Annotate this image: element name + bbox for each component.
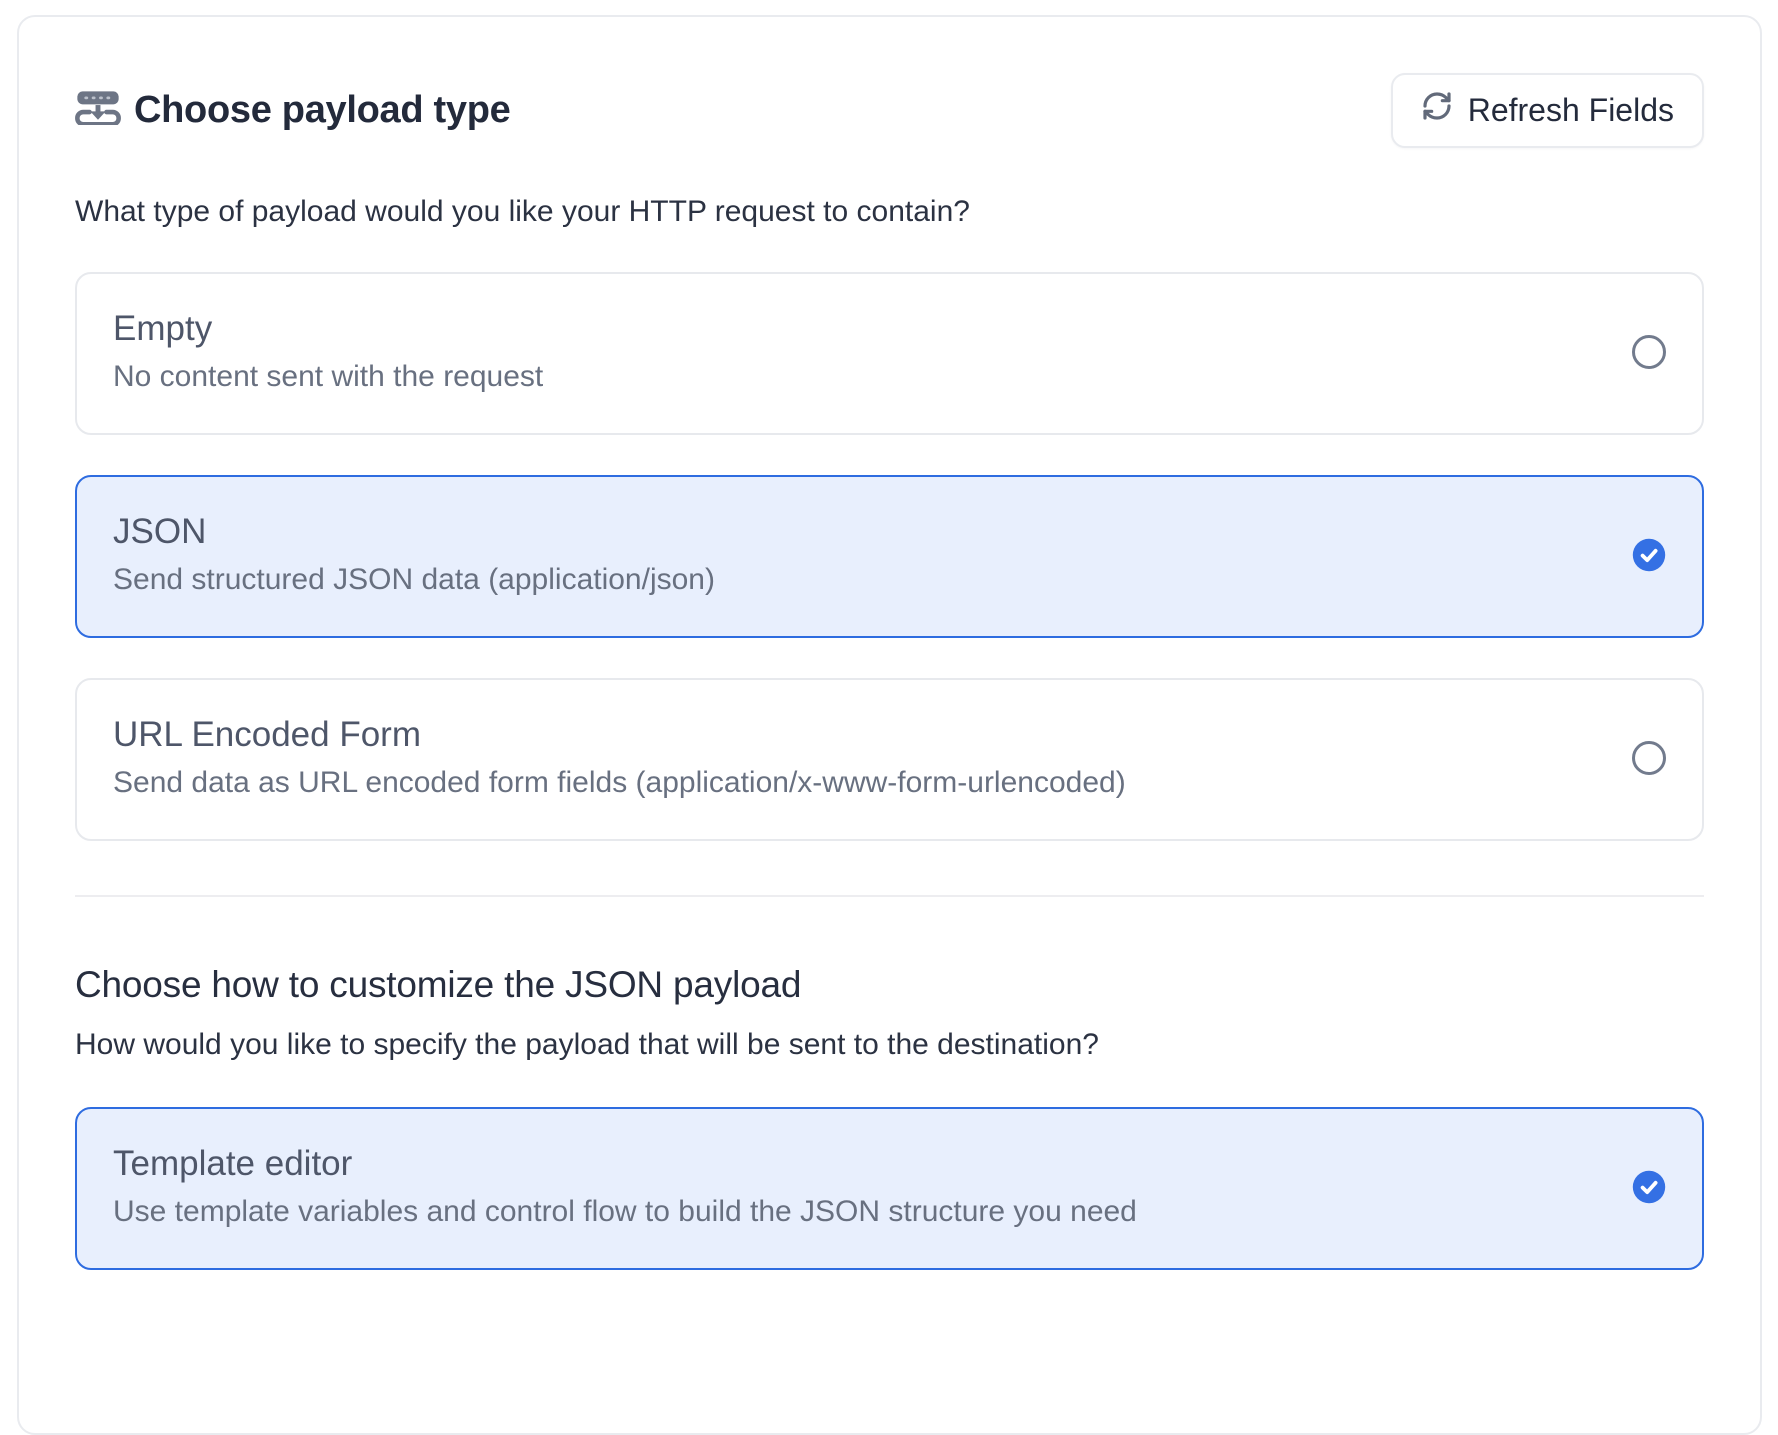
option-text: URL Encoded Form Send data as URL encode… [113,713,1602,803]
option-text: Template editor Use template variables a… [113,1142,1602,1232]
option-title: Template editor [113,1142,1602,1186]
refresh-fields-button[interactable]: Refresh Fields [1391,73,1704,148]
check-circle-icon[interactable] [1632,538,1666,572]
section-divider [75,895,1704,897]
option-description: Send data as URL encoded form fields (ap… [113,763,1602,803]
option-title: JSON [113,510,1602,554]
option-text: Empty No content sent with the request [113,307,1602,397]
customize-section-question: How would you like to specify the payloa… [75,1025,1704,1065]
refresh-icon [1421,90,1453,130]
page-title: Choose payload type [134,89,511,132]
customize-option-template-editor[interactable]: Template editor Use template variables a… [75,1107,1704,1270]
payload-settings-panel: Choose payload type Refresh Fields What … [17,15,1762,1435]
payload-option-url-encoded-form[interactable]: URL Encoded Form Send data as URL encode… [75,678,1704,841]
option-description: No content sent with the request [113,357,1602,397]
check-circle-icon[interactable] [1632,1170,1666,1204]
title-wrap: Choose payload type [75,89,511,132]
refresh-button-label: Refresh Fields [1468,92,1674,129]
panel-header: Choose payload type Refresh Fields [75,72,1704,148]
customize-section-heading: Choose how to customize the JSON payload [75,961,1704,1009]
option-title: Empty [113,307,1602,351]
payload-tray-icon [75,90,121,130]
option-description: Send structured JSON data (application/j… [113,560,1602,600]
option-text: JSON Send structured JSON data (applicat… [113,510,1602,600]
customize-option-list: Template editor Use template variables a… [75,1107,1704,1270]
radio-circle-icon[interactable] [1632,335,1666,369]
payload-option-list: Empty No content sent with the request J… [75,272,1704,841]
payload-option-empty[interactable]: Empty No content sent with the request [75,272,1704,435]
radio-circle-icon[interactable] [1632,741,1666,775]
option-description: Use template variables and control flow … [113,1192,1602,1232]
payload-type-question: What type of payload would you like your… [75,192,1704,232]
payload-option-json[interactable]: JSON Send structured JSON data (applicat… [75,475,1704,638]
option-title: URL Encoded Form [113,713,1602,757]
